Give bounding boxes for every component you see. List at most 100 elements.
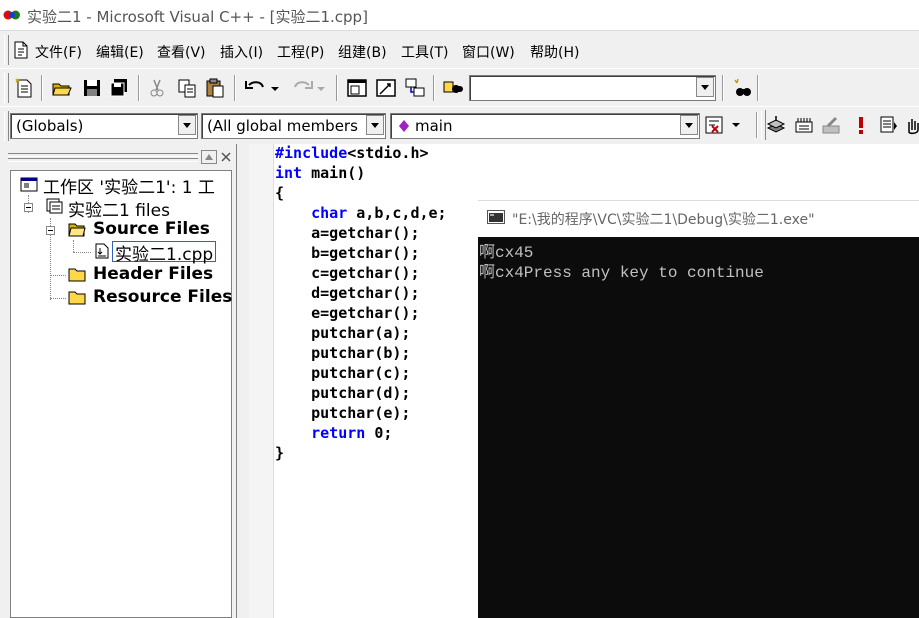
- find-combo[interactable]: [469, 75, 716, 101]
- stop-build-icon[interactable]: [820, 114, 842, 136]
- code-line: }: [275, 444, 284, 462]
- code-keyword: #include: [275, 144, 348, 162]
- toolbar-grip[interactable]: [4, 73, 9, 103]
- code-line: putchar(b);: [275, 344, 410, 362]
- code-text: putchar(d);: [275, 384, 411, 402]
- member-combo-value: main: [415, 117, 453, 135]
- workspace-panel-grip[interactable]: [8, 158, 198, 162]
- code-text: d=getchar();: [275, 284, 420, 302]
- workspace-panel-grip[interactable]: [8, 153, 198, 157]
- code-text: putchar(e);: [275, 404, 411, 422]
- cut-icon[interactable]: [146, 77, 168, 99]
- menu-view[interactable]: 查看(V): [157, 42, 206, 62]
- class-combo-value: (Globals): [16, 117, 84, 135]
- menu-insert[interactable]: 插入(I): [220, 42, 263, 62]
- redo-icon[interactable]: [289, 77, 329, 99]
- menu-edit[interactable]: 编辑(E): [96, 42, 144, 62]
- window-title: 实验二1 - Microsoft Visual C++ - [实验二1.cpp]: [27, 8, 368, 26]
- panel-close-icon[interactable]: [219, 150, 233, 164]
- window-list-icon[interactable]: [404, 77, 426, 99]
- code-text: {: [275, 184, 285, 202]
- code-line: {: [275, 184, 284, 202]
- toolbar-separator: [234, 75, 236, 101]
- code-line: return 0;: [275, 424, 392, 442]
- menu-build[interactable]: 组建(B): [338, 42, 387, 62]
- output-window-icon[interactable]: [375, 77, 397, 99]
- toolbar-separator: [336, 75, 338, 101]
- class-combo[interactable]: (Globals): [10, 113, 198, 139]
- toolbar-separator: [756, 112, 758, 138]
- console-app-icon: [487, 210, 505, 224]
- execute-icon[interactable]: [850, 114, 872, 136]
- toolbar-separator: [722, 75, 724, 101]
- menu-project[interactable]: 工程(P): [277, 42, 324, 62]
- folder-icon: [68, 268, 86, 282]
- build-icon[interactable]: [793, 114, 815, 136]
- code-text: putchar(b);: [275, 344, 411, 362]
- paste-icon[interactable]: [204, 77, 226, 99]
- menu-bar: 文件(F) 编辑(E) 查看(V) 插入(I) 工程(P) 组建(B) 工具(T…: [0, 30, 919, 69]
- workspace-icon: [20, 177, 38, 192]
- code-keyword: char: [275, 204, 348, 222]
- code-line: d=getchar();: [275, 284, 420, 302]
- tree-line: [73, 240, 74, 252]
- code-text: c=getchar();: [275, 264, 420, 282]
- go-debug-icon[interactable]: [878, 114, 900, 136]
- code-text: }: [275, 444, 285, 462]
- tree-line: [50, 275, 66, 276]
- editor-margin[interactable]: [249, 144, 274, 618]
- tree-source-file-selected[interactable]: 实验二1.cpp: [112, 241, 217, 265]
- tree-line: [73, 252, 91, 253]
- wizard-action-icon[interactable]: [704, 114, 744, 136]
- copy-icon[interactable]: [176, 77, 198, 99]
- find-in-files-icon[interactable]: [442, 77, 464, 99]
- tree-header-files[interactable]: Header Files: [93, 264, 213, 284]
- tree-workspace-root[interactable]: 工作区 '实验二1': 1 工: [43, 173, 215, 198]
- code-line: c=getchar();: [275, 264, 420, 282]
- menu-tools[interactable]: 工具(T): [401, 42, 448, 62]
- menu-window[interactable]: 窗口(W): [462, 42, 515, 62]
- tree-project[interactable]: 实验二1 files: [68, 196, 170, 221]
- project-icon: [46, 198, 63, 214]
- tree-resource-files[interactable]: Resource Files: [93, 287, 232, 307]
- compile-icon[interactable]: [765, 114, 787, 136]
- find-binoculars-icon[interactable]: [731, 77, 753, 99]
- panel-splitter[interactable]: [236, 144, 249, 618]
- code-line: putchar(e);: [275, 404, 410, 422]
- filter-combo-value: (All global members: [207, 117, 358, 135]
- find-combo-dropdown-button[interactable]: [696, 77, 714, 97]
- menu-help[interactable]: 帮助(H): [530, 42, 579, 62]
- filter-combo[interactable]: (All global members: [201, 113, 386, 139]
- undo-icon[interactable]: [243, 77, 283, 99]
- menubar-grip[interactable]: [4, 35, 9, 65]
- save-all-icon[interactable]: [108, 77, 130, 99]
- code-line: putchar(d);: [275, 384, 410, 402]
- open-folder-icon[interactable]: [51, 77, 73, 99]
- console-title: "E:\我的程序\VC\实验二1\Debug\实验二1.exe": [512, 212, 815, 228]
- code-text: <stdio.h>: [347, 144, 429, 162]
- folder-icon: [68, 291, 86, 305]
- breakpoint-hand-icon[interactable]: [905, 114, 919, 136]
- code-line: b=getchar();: [275, 244, 419, 262]
- workspace-window-icon[interactable]: [346, 77, 368, 99]
- member-combo-dropdown-button[interactable]: [680, 115, 698, 135]
- tree-collapse-project[interactable]: [24, 203, 33, 212]
- code-text: putchar(a);: [275, 324, 411, 342]
- standard-toolbar: [0, 68, 919, 107]
- tree-source-file-label: 实验二1.cpp: [115, 245, 214, 265]
- code-text: main(): [302, 164, 366, 182]
- wizardbar-grip[interactable]: [4, 111, 9, 141]
- menu-file[interactable]: 文件(F): [35, 42, 82, 62]
- toolbar-separator: [433, 75, 435, 101]
- cpp-file-icon: [95, 243, 109, 259]
- save-icon[interactable]: [81, 77, 103, 99]
- filter-combo-dropdown-button[interactable]: [366, 115, 384, 135]
- class-combo-dropdown-button[interactable]: [178, 115, 196, 135]
- tree-collapse-source-files[interactable]: [46, 226, 55, 235]
- code-text: putchar(c);: [275, 364, 411, 382]
- tree-source-files[interactable]: Source Files: [93, 219, 210, 239]
- new-text-file-icon[interactable]: [13, 77, 35, 99]
- panel-minimize-icon[interactable]: [201, 150, 217, 164]
- member-combo[interactable]: main: [390, 113, 700, 139]
- open-folder-icon: [68, 223, 86, 237]
